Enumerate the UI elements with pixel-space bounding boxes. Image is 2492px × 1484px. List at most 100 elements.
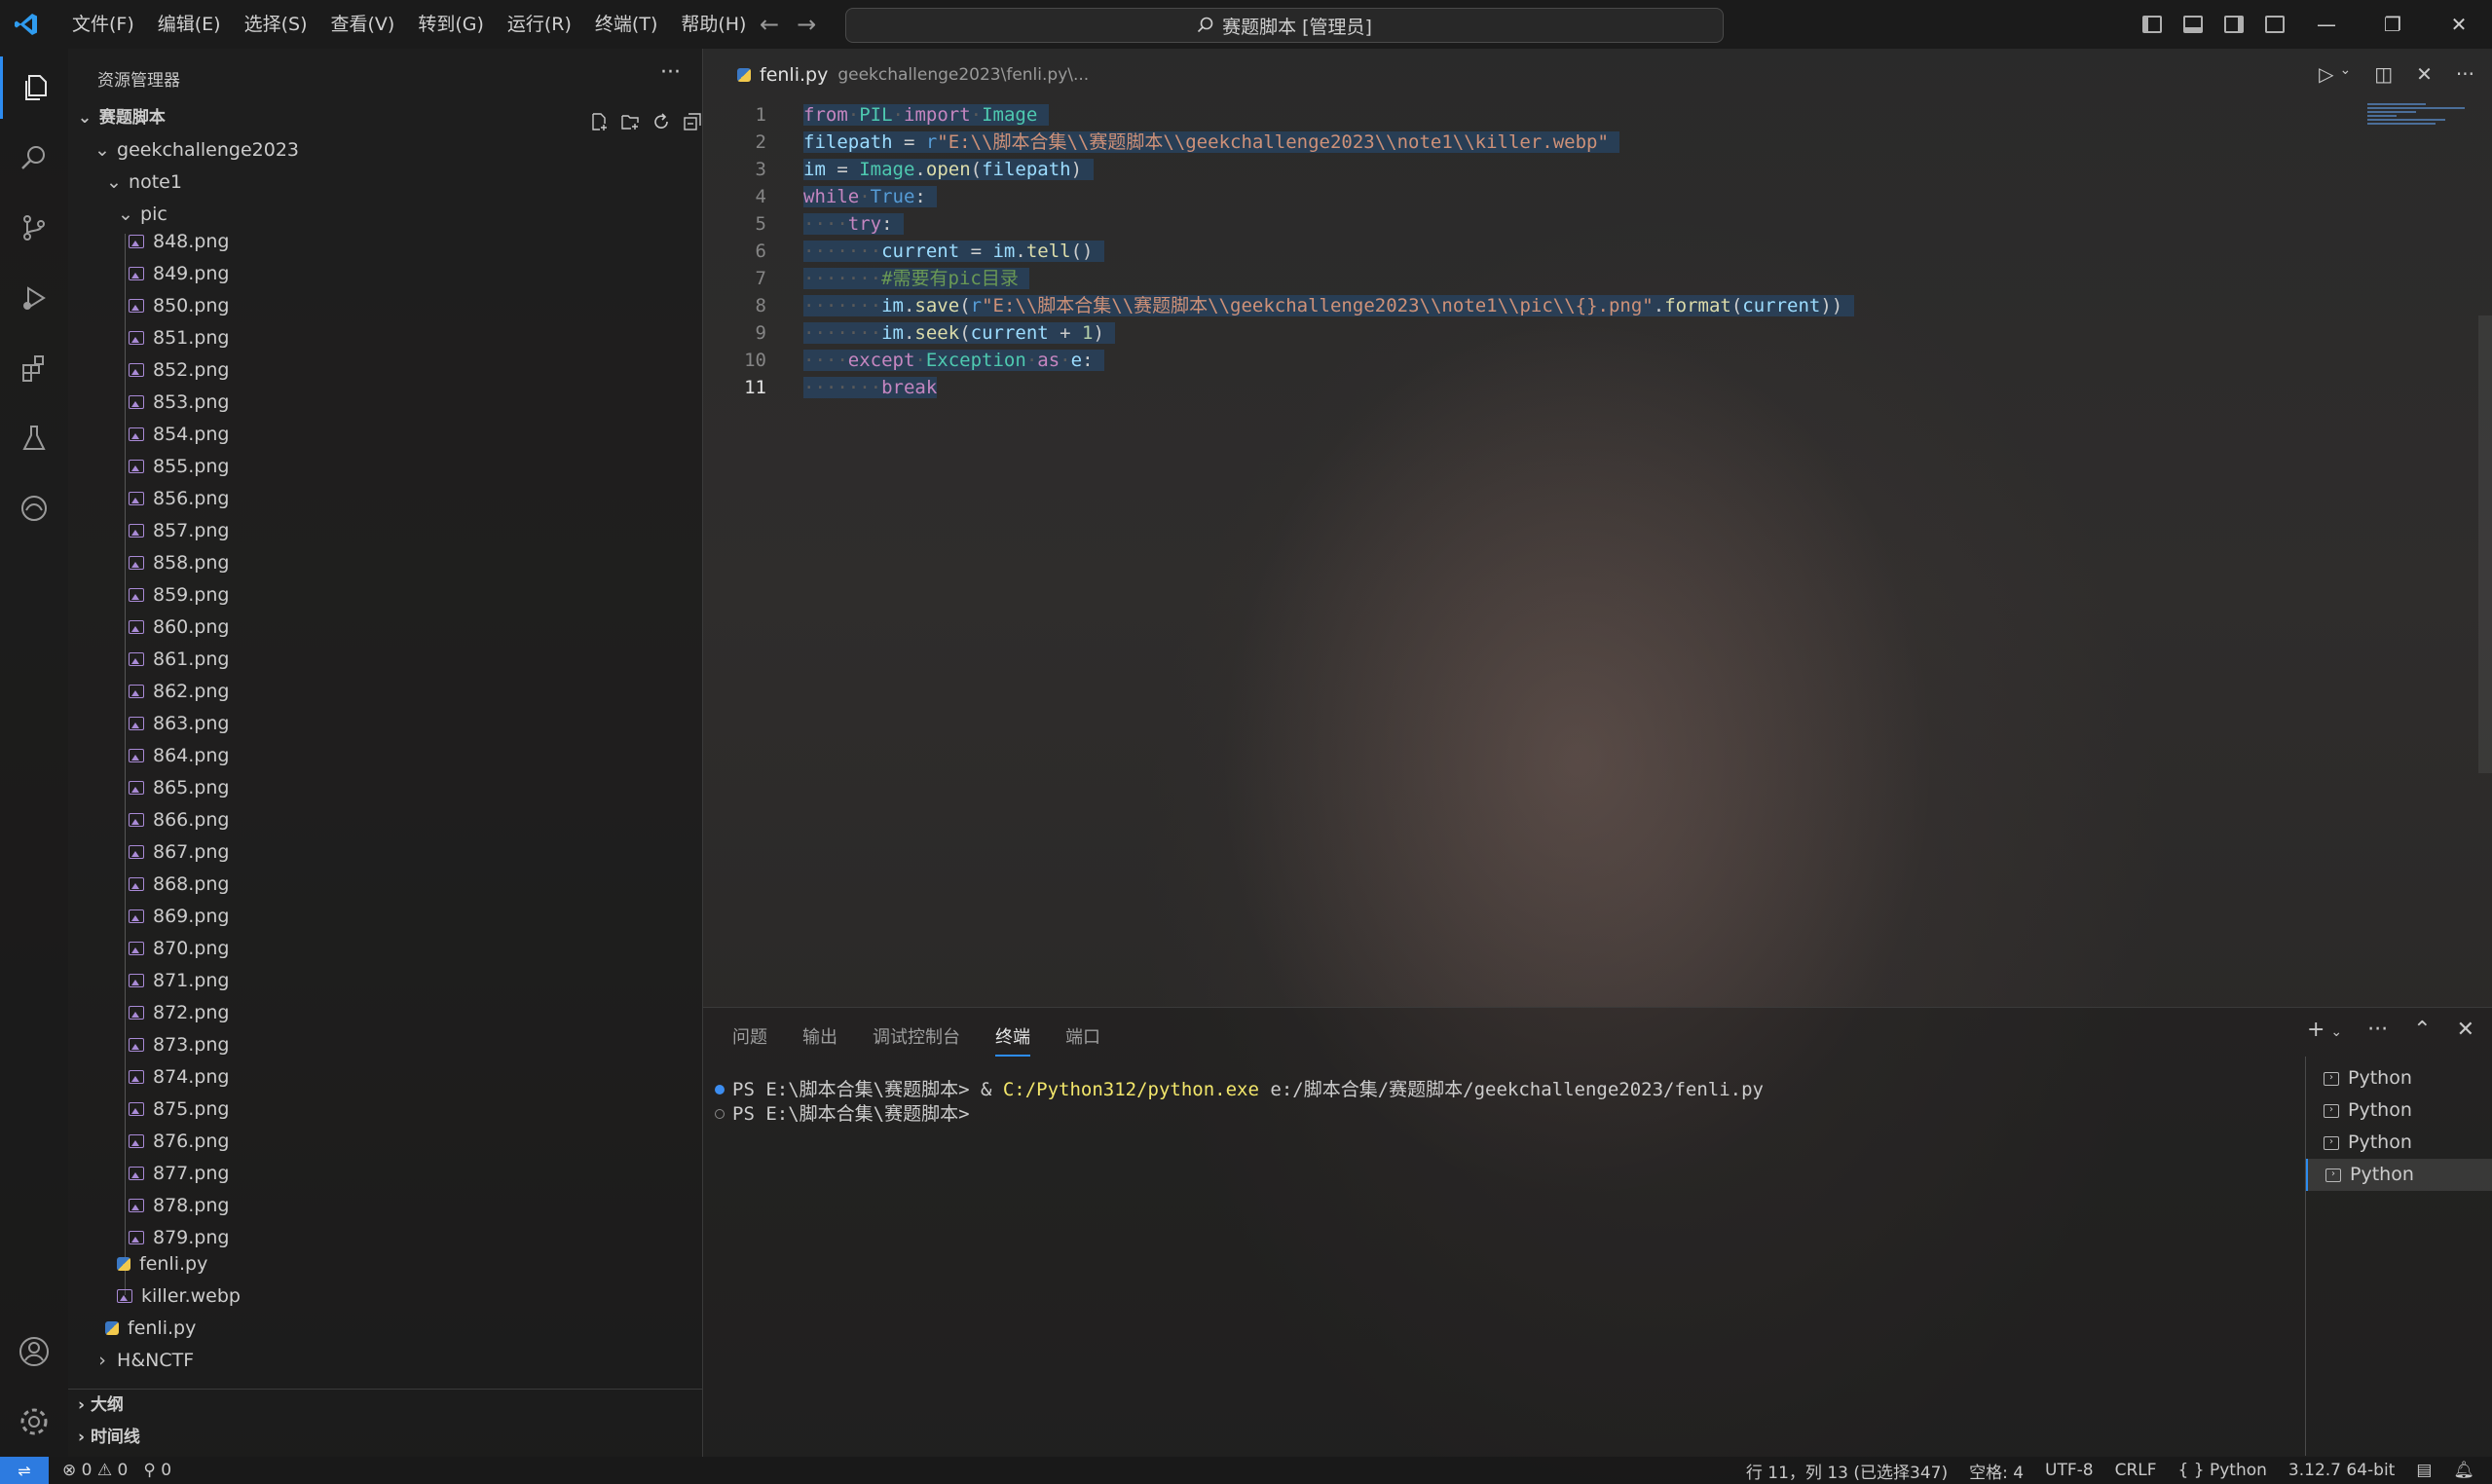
editor-more-icon[interactable]: ··· — [2456, 62, 2474, 86]
file-item[interactable]: 872.png — [68, 997, 763, 1029]
explorer-icon[interactable] — [0, 56, 68, 119]
editor-scrollbar[interactable] — [2478, 315, 2492, 773]
menu-help[interactable]: 帮助(H) — [669, 0, 758, 49]
file-item[interactable]: 864.png — [68, 740, 763, 772]
file-item[interactable]: 875.png — [68, 1094, 763, 1126]
terminal-dropdown-icon[interactable]: ⌄ — [2330, 1018, 2342, 1047]
toggle-panel-icon[interactable] — [2183, 16, 2203, 33]
minimize-icon[interactable]: — — [2293, 0, 2360, 49]
file-item[interactable]: 860.png — [68, 612, 763, 644]
python-interpreter[interactable]: 3.12.7 64-bit — [2288, 1461, 2395, 1480]
file-item[interactable]: 873.png — [68, 1029, 763, 1061]
file-item[interactable]: 850.png — [68, 290, 763, 322]
file-item[interactable]: 851.png — [68, 322, 763, 354]
project-root[interactable]: ⌄ 赛题脚本 — [68, 102, 711, 134]
new-terminal-icon[interactable]: + — [2307, 1018, 2325, 1047]
terminal-instance[interactable]: › Python — [2306, 1094, 2492, 1127]
run-python-icon[interactable]: ▷ — [2319, 62, 2333, 86]
terminal-instance[interactable]: › Python — [2306, 1127, 2492, 1159]
forward-arrow-icon[interactable]: → — [797, 11, 816, 38]
account-icon[interactable] — [0, 1320, 68, 1383]
customize-layout-icon[interactable] — [2265, 16, 2285, 33]
feedback-icon[interactable]: ▤ — [2416, 1461, 2432, 1480]
run-debug-icon[interactable] — [0, 267, 68, 329]
file-item[interactable]: 853.png — [68, 387, 763, 419]
file-item[interactable]: 859.png — [68, 579, 763, 612]
file-item[interactable]: 878.png — [68, 1190, 763, 1222]
run-dropdown-icon[interactable]: ⌄ — [2340, 62, 2352, 86]
file-item[interactable]: 852.png — [68, 354, 763, 387]
close-window-icon[interactable]: ✕ — [2426, 0, 2492, 49]
new-file-icon[interactable] — [590, 110, 608, 130]
problems-status[interactable]: ⊗ 0 ⚠ 0 — [62, 1461, 128, 1480]
back-arrow-icon[interactable]: ← — [760, 11, 779, 38]
indentation[interactable]: 空格: 4 — [1969, 1459, 2024, 1483]
extensions-icon[interactable] — [0, 337, 68, 399]
more-actions-icon[interactable]: ··· — [660, 60, 681, 85]
close-tab-icon[interactable]: ✕ — [2416, 62, 2433, 86]
encoding[interactable]: UTF-8 — [2045, 1461, 2094, 1480]
menu-terminal[interactable]: 终端(T) — [583, 0, 669, 49]
search-sidebar-icon[interactable] — [0, 127, 68, 189]
refresh-icon[interactable] — [652, 110, 670, 129]
file-item[interactable]: 861.png — [68, 644, 763, 676]
code-editor[interactable]: 1 from·PIL·import·Image 2 filepath = r"E:\… — [703, 101, 2492, 1007]
file-item[interactable]: 866.png — [68, 804, 763, 836]
panel-more-icon[interactable]: ··· — [2367, 1018, 2388, 1047]
notifications-bell-icon[interactable]: 🔔︎ — [2453, 1461, 2474, 1480]
remote-indicator-icon[interactable]: ⇌ — [0, 1457, 49, 1484]
toggle-sidebar-icon[interactable] — [2142, 16, 2162, 33]
remote-explorer-icon[interactable] — [0, 477, 68, 539]
file-item[interactable]: 858.png — [68, 547, 763, 579]
testing-flask-icon[interactable] — [0, 407, 68, 469]
file-item[interactable]: 868.png — [68, 869, 763, 901]
minimap[interactable] — [2367, 101, 2474, 125]
file-item[interactable]: 849.png — [68, 258, 763, 290]
source-control-icon[interactable] — [0, 197, 68, 259]
command-center-search[interactable]: 赛题脚本 [管理员] — [845, 8, 1724, 43]
tab-problems[interactable]: 问题 — [732, 1023, 767, 1057]
close-panel-icon[interactable]: ✕ — [2457, 1018, 2474, 1047]
file-item[interactable]: 867.png — [68, 836, 763, 869]
file-item[interactable]: 877.png — [68, 1158, 763, 1190]
tab-fenli-py[interactable]: fenli.py geekchallenge2023\fenli.py\... — [737, 64, 1089, 86]
collapse-all-icon[interactable] — [684, 110, 701, 130]
terminal-output[interactable]: PS E:\脚本合集\赛题脚本> & C:/Python312/python.e… — [715, 1078, 1764, 1127]
menu-file[interactable]: 文件(F) — [60, 0, 146, 49]
split-editor-icon[interactable]: ◫ — [2374, 62, 2393, 86]
file-item[interactable]: 848.png — [68, 226, 763, 258]
folder-hnctf[interactable]: › H&NCTF — [68, 1345, 728, 1377]
tab-debug-console[interactable]: 调试控制台 — [873, 1023, 960, 1057]
menu-selection[interactable]: 选择(S) — [233, 0, 319, 49]
toggle-secondary-sidebar-icon[interactable] — [2224, 16, 2244, 33]
ports-status[interactable]: ⚲ 0 — [143, 1461, 171, 1480]
folder-note1[interactable]: ⌄ note1 — [68, 167, 740, 199]
file-item[interactable]: 862.png — [68, 676, 763, 708]
tab-ports[interactable]: 端口 — [1065, 1023, 1100, 1057]
menu-run[interactable]: 运行(R) — [496, 0, 583, 49]
maximize-panel-icon[interactable]: ⌃ — [2413, 1018, 2431, 1047]
file-item[interactable]: 869.png — [68, 901, 763, 933]
menu-edit[interactable]: 编辑(E) — [146, 0, 233, 49]
tab-terminal[interactable]: 终端 — [995, 1023, 1030, 1057]
file-item[interactable]: 854.png — [68, 419, 763, 451]
file-item[interactable]: 874.png — [68, 1061, 763, 1094]
line-ending[interactable]: CRLF — [2115, 1461, 2157, 1480]
file-item[interactable]: 871.png — [68, 965, 763, 997]
terminal-instance[interactable]: › Python — [2306, 1062, 2492, 1094]
file-item[interactable]: 863.png — [68, 708, 763, 740]
menu-go[interactable]: 转到(G) — [406, 0, 496, 49]
outline-section[interactable]: › 大纲 — [68, 1390, 703, 1422]
file-item[interactable]: 856.png — [68, 483, 763, 515]
language-mode[interactable]: { } Python — [2178, 1461, 2267, 1480]
file-fenli-py-note1[interactable]: fenli.py — [68, 1248, 752, 1280]
folder-geekchallenge2023[interactable]: ⌄ geekchallenge2023 — [68, 134, 728, 167]
file-item[interactable]: 857.png — [68, 515, 763, 547]
file-fenli-py-root[interactable]: fenli.py — [68, 1313, 740, 1345]
cursor-position[interactable]: 行 11，列 13 (已选择347) — [1746, 1459, 1948, 1483]
settings-gear-icon[interactable] — [0, 1391, 68, 1453]
file-item[interactable]: 865.png — [68, 772, 763, 804]
tab-output[interactable]: 输出 — [802, 1023, 837, 1057]
file-item[interactable]: 855.png — [68, 451, 763, 483]
restore-icon[interactable]: ❐ — [2360, 0, 2426, 49]
